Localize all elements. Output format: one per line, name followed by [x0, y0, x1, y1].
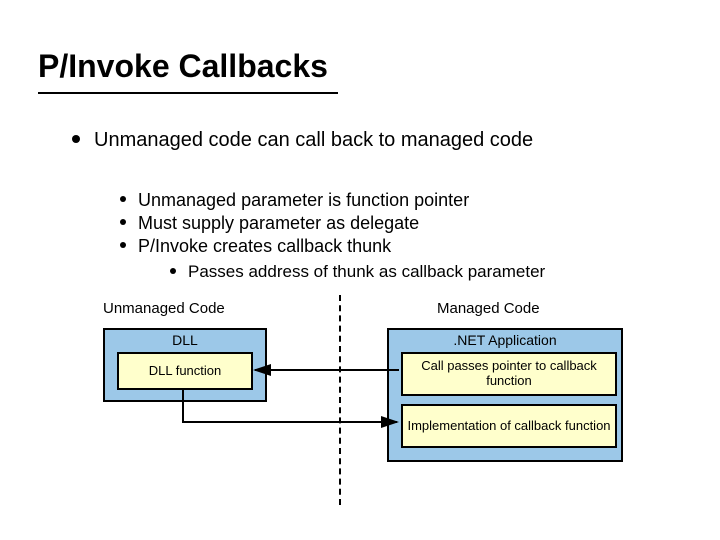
- bullet-icon: [120, 219, 126, 225]
- bullet-main: Unmanaged code can call back to managed …: [72, 128, 632, 153]
- dll-box-title: DLL: [105, 330, 265, 348]
- unmanaged-code-label: Unmanaged Code: [103, 300, 225, 317]
- slide: P/Invoke Callbacks Unmanaged code can ca…: [0, 0, 720, 540]
- sub-bullet-1: Unmanaged parameter is function pointer: [120, 190, 469, 211]
- diagram: Unmanaged Code Managed Code DLL DLL func…: [75, 300, 645, 510]
- sub-bullet-2-text: Must supply parameter as delegate: [138, 213, 419, 233]
- bullet-icon: [120, 242, 126, 248]
- slide-title: P/Invoke Callbacks: [38, 48, 328, 85]
- sub-sub-bullet-text: Passes address of thunk as callback para…: [188, 262, 545, 281]
- dll-function-box: DLL function: [117, 352, 253, 390]
- bullet-icon: [170, 268, 176, 274]
- sub-bullet-1-text: Unmanaged parameter is function pointer: [138, 190, 469, 210]
- managed-code-label: Managed Code: [437, 300, 540, 317]
- net-application-box: .NET Application Call passes pointer to …: [387, 328, 623, 462]
- net-box-title: .NET Application: [389, 330, 621, 348]
- bullet-icon: [120, 196, 126, 202]
- sub-bullet-3-text: P/Invoke creates callback thunk: [138, 236, 391, 256]
- bullet-main-text: Unmanaged code can call back to managed …: [94, 128, 614, 153]
- title-underline: [38, 92, 338, 94]
- bullet-icon: [72, 135, 80, 143]
- callback-impl-box: Implementation of callback function: [401, 404, 617, 448]
- dll-box: DLL DLL function: [103, 328, 267, 402]
- sub-bullet-2: Must supply parameter as delegate: [120, 213, 419, 234]
- sub-bullet-3: P/Invoke creates callback thunk: [120, 236, 391, 257]
- sub-sub-bullet: Passes address of thunk as callback para…: [170, 262, 545, 282]
- divider-dashed: [339, 295, 341, 505]
- call-pointer-box: Call passes pointer to callback function: [401, 352, 617, 396]
